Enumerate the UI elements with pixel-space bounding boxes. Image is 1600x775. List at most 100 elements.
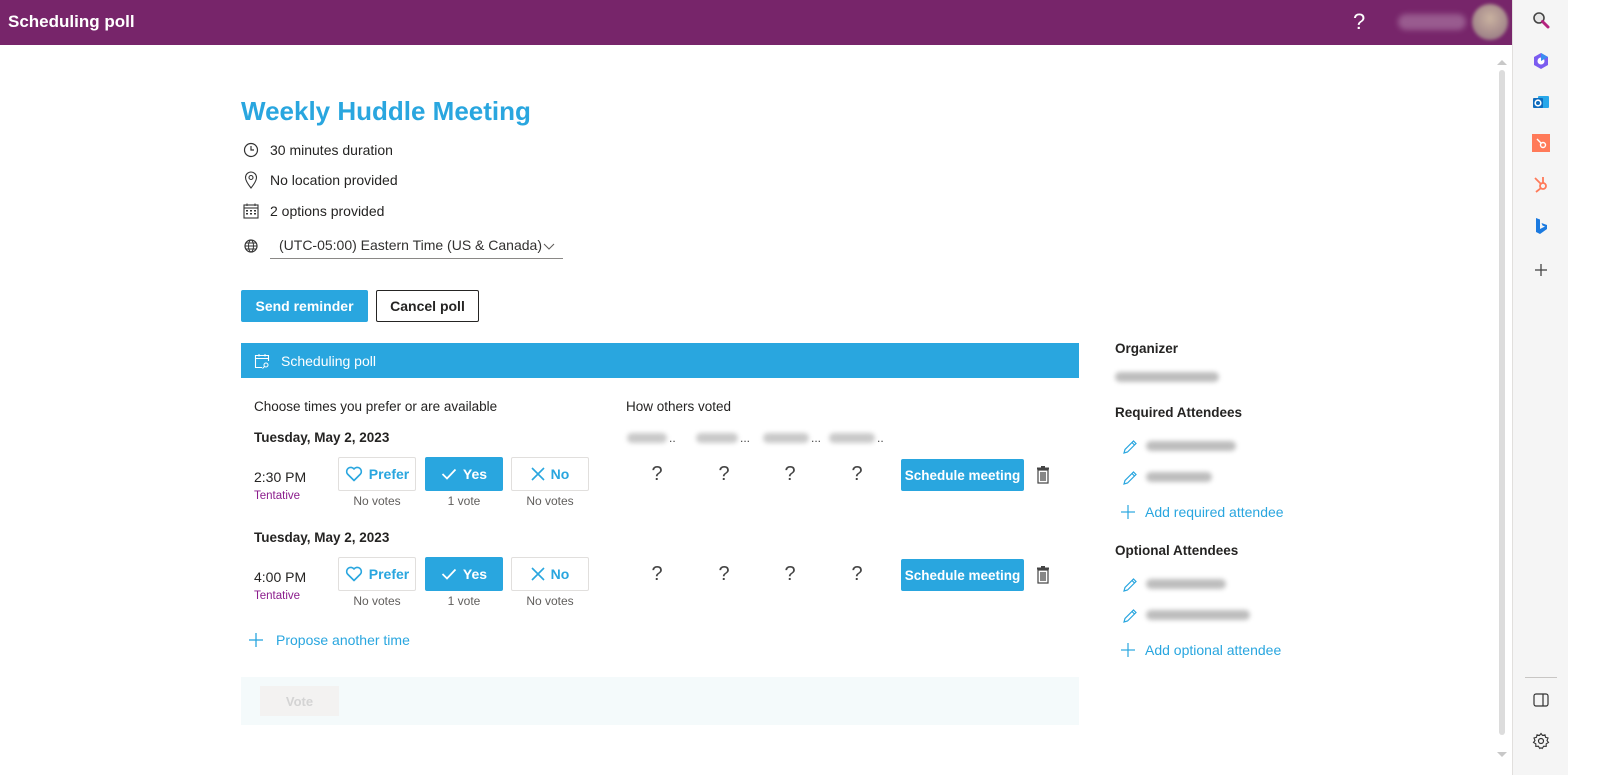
no-count: No votes [526, 494, 574, 508]
clock-icon [242, 141, 260, 159]
required-attendees-label: Required Attendees [1115, 405, 1243, 420]
no-button[interactable]: No [511, 457, 589, 491]
yes-button[interactable]: Yes [425, 557, 503, 591]
schedule-meeting-button[interactable]: Schedule meeting [901, 559, 1024, 591]
poll-header-title: Scheduling poll [281, 352, 376, 369]
app-title: Scheduling poll [8, 12, 135, 31]
user-name[interactable] [1398, 14, 1466, 30]
edit-icon[interactable] [1122, 608, 1138, 624]
edit-icon[interactable] [1122, 577, 1138, 593]
app-header: Scheduling poll ? [0, 0, 1512, 45]
choose-times-label: Choose times you prefer or are available [254, 399, 498, 414]
vote-footer: Vote [241, 677, 1079, 725]
globe-icon [242, 237, 260, 255]
voter-name: ... [696, 431, 750, 445]
prefer-count: No votes [353, 494, 401, 508]
no-button[interactable]: No [511, 557, 589, 591]
bing-icon[interactable] [1529, 214, 1553, 238]
voter-name: .. [627, 431, 676, 445]
scroll-down-icon[interactable] [1497, 752, 1507, 757]
option-time: 2:30 PM [254, 469, 307, 485]
unknown-vote-icon: ? [651, 463, 663, 485]
yes-count: 1 vote [447, 594, 481, 608]
prefer-button[interactable]: Prefer [338, 457, 416, 491]
plus-icon [248, 632, 264, 648]
vote-button[interactable]: Vote [260, 686, 339, 716]
scrollbar-thumb[interactable] [1499, 70, 1505, 735]
meeting-title: Weekly Huddle Meeting [241, 96, 531, 126]
option-status: Tentative [254, 490, 301, 502]
outlook-icon[interactable] [1529, 90, 1553, 114]
add-optional-attendee-link[interactable]: Add optional attendee [1121, 642, 1281, 658]
propose-another-time-link[interactable]: Propose another time [248, 632, 410, 648]
option-status: Tentative [254, 590, 301, 602]
add-required-attendee-link[interactable]: Add required attendee [1121, 504, 1284, 520]
right-rail [1512, 0, 1568, 775]
unknown-vote-icon: ? [851, 563, 863, 585]
option-time: 4:00 PM [254, 569, 307, 585]
plus-icon [1121, 643, 1135, 657]
page-scrollbar[interactable] [1496, 60, 1508, 760]
voter-name: .. [829, 431, 884, 445]
send-reminder-button[interactable]: Send reminder [241, 290, 368, 322]
others-voted-label: How others voted [626, 399, 732, 414]
settings-icon[interactable] [1529, 729, 1553, 753]
heart-icon [345, 566, 363, 582]
delete-icon[interactable] [1035, 466, 1051, 484]
rail-divider [1525, 677, 1557, 678]
checkmark-icon [441, 468, 457, 480]
unknown-vote-icon: ? [784, 463, 796, 485]
required-attendee-name [1146, 441, 1236, 451]
optional-attendee-name [1146, 579, 1226, 589]
organizer-label: Organizer [1115, 341, 1179, 356]
add-icon[interactable] [1529, 258, 1553, 282]
option-date: Tuesday, May 2, 2023 [254, 530, 390, 545]
unknown-vote-icon: ? [718, 563, 730, 585]
scroll-up-icon[interactable] [1497, 60, 1507, 65]
location-pin-icon [242, 171, 260, 189]
yes-button[interactable]: Yes [425, 457, 503, 491]
checkmark-icon [441, 568, 457, 580]
hubspot-square-icon[interactable] [1529, 131, 1553, 155]
side-panel-icon[interactable] [1529, 688, 1553, 712]
calendar-edit-icon [254, 353, 270, 369]
search-icon[interactable] [1529, 8, 1553, 32]
duration-text: 30 minutes duration [270, 142, 393, 158]
close-icon [531, 467, 545, 481]
unknown-vote-icon: ? [718, 463, 730, 485]
calendar-icon [242, 202, 260, 220]
options-row: 2 options provided [242, 202, 384, 220]
optional-attendees-label: Optional Attendees [1115, 543, 1239, 558]
no-count: No votes [526, 594, 574, 608]
location-row: No location provided [242, 171, 398, 189]
poll-header: Scheduling poll [241, 343, 1079, 378]
cancel-poll-button[interactable]: Cancel poll [376, 290, 479, 322]
prefer-button[interactable]: Prefer [338, 557, 416, 591]
avatar[interactable] [1472, 4, 1508, 40]
copilot-icon[interactable] [1529, 49, 1553, 73]
duration-row: 30 minutes duration [242, 141, 393, 159]
voter-name: ... [763, 431, 821, 445]
help-button[interactable]: ? [1353, 9, 1365, 35]
heart-icon [345, 466, 363, 482]
optional-attendee-name [1146, 610, 1250, 620]
option-date: Tuesday, May 2, 2023 [254, 430, 390, 445]
timezone-row [242, 237, 270, 255]
close-icon [531, 567, 545, 581]
hubspot-icon[interactable] [1529, 172, 1553, 196]
unknown-vote-icon: ? [851, 463, 863, 485]
location-text: No location provided [270, 172, 398, 188]
plus-icon [1121, 505, 1135, 519]
unknown-vote-icon: ? [784, 563, 796, 585]
yes-count: 1 vote [447, 494, 481, 508]
schedule-meeting-button[interactable]: Schedule meeting [901, 459, 1024, 491]
edit-icon[interactable] [1122, 470, 1138, 486]
options-text: 2 options provided [270, 203, 385, 219]
delete-icon[interactable] [1035, 566, 1051, 584]
prefer-count: No votes [353, 594, 401, 608]
unknown-vote-icon: ? [651, 563, 663, 585]
timezone-dropdown[interactable]: (UTC-05:00) Eastern Time (US & Canada) [270, 232, 563, 259]
organizer-name [1115, 372, 1219, 382]
edit-icon[interactable] [1122, 439, 1138, 455]
chevron-down-icon [543, 238, 555, 254]
